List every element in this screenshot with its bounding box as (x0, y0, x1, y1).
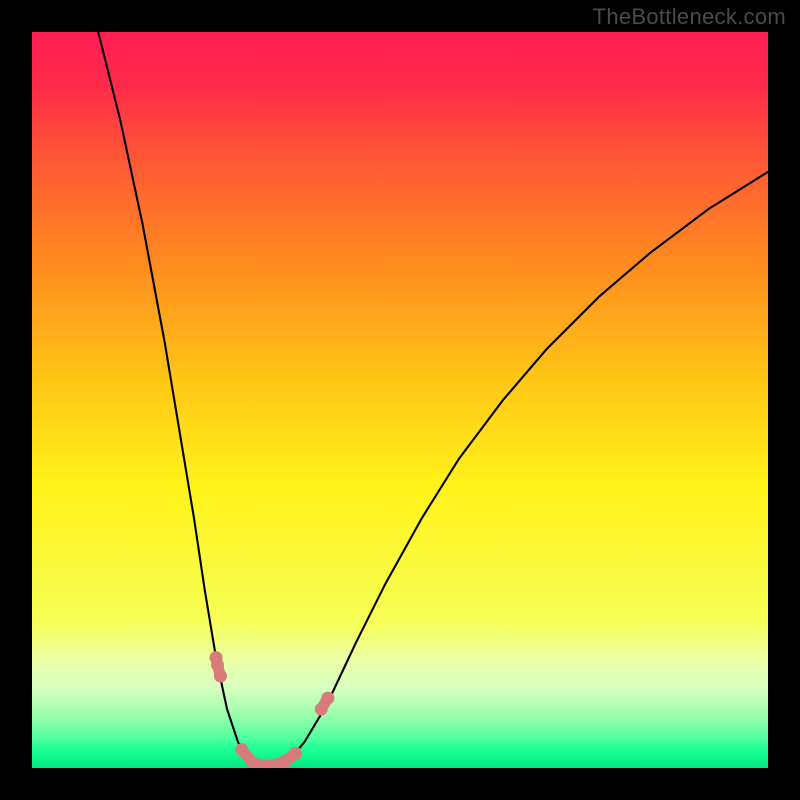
chart-svg (32, 32, 768, 768)
chart-frame: TheBottleneck.com (0, 0, 800, 800)
marker-dot (315, 703, 328, 716)
marker-dot (321, 692, 334, 705)
watermark-text: TheBottleneck.com (593, 4, 786, 30)
plot-area (32, 32, 768, 768)
marker-dot (214, 670, 227, 683)
marker-dot (289, 747, 302, 760)
marker-dot (235, 743, 248, 756)
gradient-background (32, 32, 768, 768)
marker-dot (211, 658, 224, 671)
